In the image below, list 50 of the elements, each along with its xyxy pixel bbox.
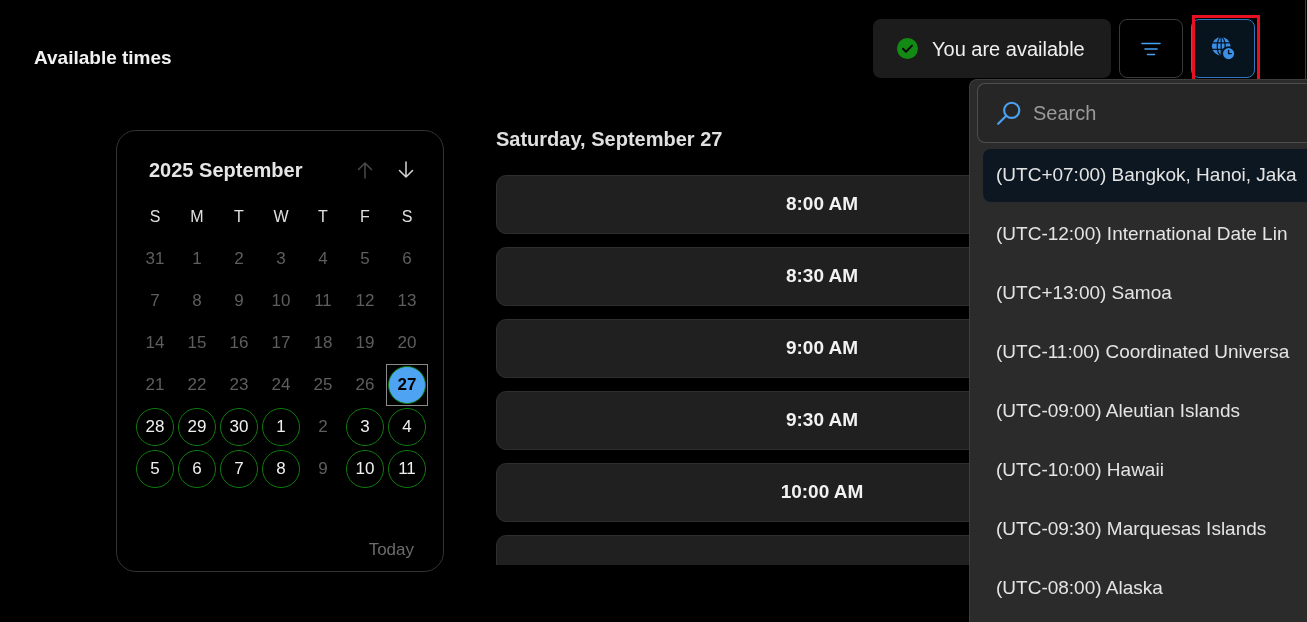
calendar-day: 26 <box>346 366 384 404</box>
status-text: You are available <box>932 36 1085 62</box>
page-title: Available times <box>34 46 172 70</box>
weekday-label: S <box>148 207 162 227</box>
calendar-day: 22 <box>178 366 216 404</box>
filter-button[interactable] <box>1119 19 1183 78</box>
calendar-day: 12 <box>346 282 384 320</box>
calendar-day: 20 <box>388 324 426 362</box>
calendar-day: 2 <box>220 240 258 278</box>
calendar-day: 24 <box>262 366 300 404</box>
filter-icon <box>1141 41 1161 56</box>
calendar-day: 2 <box>304 408 342 446</box>
calendar-day: 10 <box>262 282 300 320</box>
weekday-label: M <box>189 207 205 227</box>
weekday-label: F <box>359 207 371 227</box>
calendar-day: 11 <box>304 282 342 320</box>
calendar-day: 14 <box>136 324 174 362</box>
calendar-day: 4 <box>304 240 342 278</box>
calendar-day[interactable]: 27 <box>388 366 426 404</box>
calendar-day: 1 <box>178 240 216 278</box>
calendar-day: 25 <box>304 366 342 404</box>
calendar-day: 23 <box>220 366 258 404</box>
weekday-label: T <box>317 207 329 227</box>
globe-clock-icon <box>1210 36 1236 61</box>
timezone-option[interactable]: (UTC+07:00) Bangkok, Hanoi, Jaka <box>983 149 1307 202</box>
calendar-day: 21 <box>136 366 174 404</box>
calendar-day: 19 <box>346 324 384 362</box>
calendar-day: 17 <box>262 324 300 362</box>
calendar-day: 5 <box>346 240 384 278</box>
today-button[interactable]: Today <box>368 538 414 562</box>
search-icon <box>996 100 1022 126</box>
calendar-day: 16 <box>220 324 258 362</box>
month-title: 2025 September <box>149 158 303 183</box>
calendar-day: 6 <box>388 240 426 278</box>
calendar-day: 9 <box>220 282 258 320</box>
calendar-day: 13 <box>388 282 426 320</box>
weekday-label: T <box>233 207 245 227</box>
calendar-day: 18 <box>304 324 342 362</box>
search-field[interactable]: Search <box>977 83 1307 143</box>
calendar-day: 9 <box>304 450 342 488</box>
calendar-day[interactable]: 6 <box>178 450 216 488</box>
date-heading: Saturday, September 27 <box>496 127 724 151</box>
calendar-day: 8 <box>178 282 216 320</box>
weekday-label: W <box>272 207 290 227</box>
timezone-option[interactable]: (UTC-08:00) Alaska <box>983 562 1307 615</box>
calendar-day: 3 <box>262 240 300 278</box>
weekday-label: S <box>400 207 414 227</box>
calendar-day: 15 <box>178 324 216 362</box>
calendar-day: 7 <box>136 282 174 320</box>
calendar-day: 31 <box>136 240 174 278</box>
